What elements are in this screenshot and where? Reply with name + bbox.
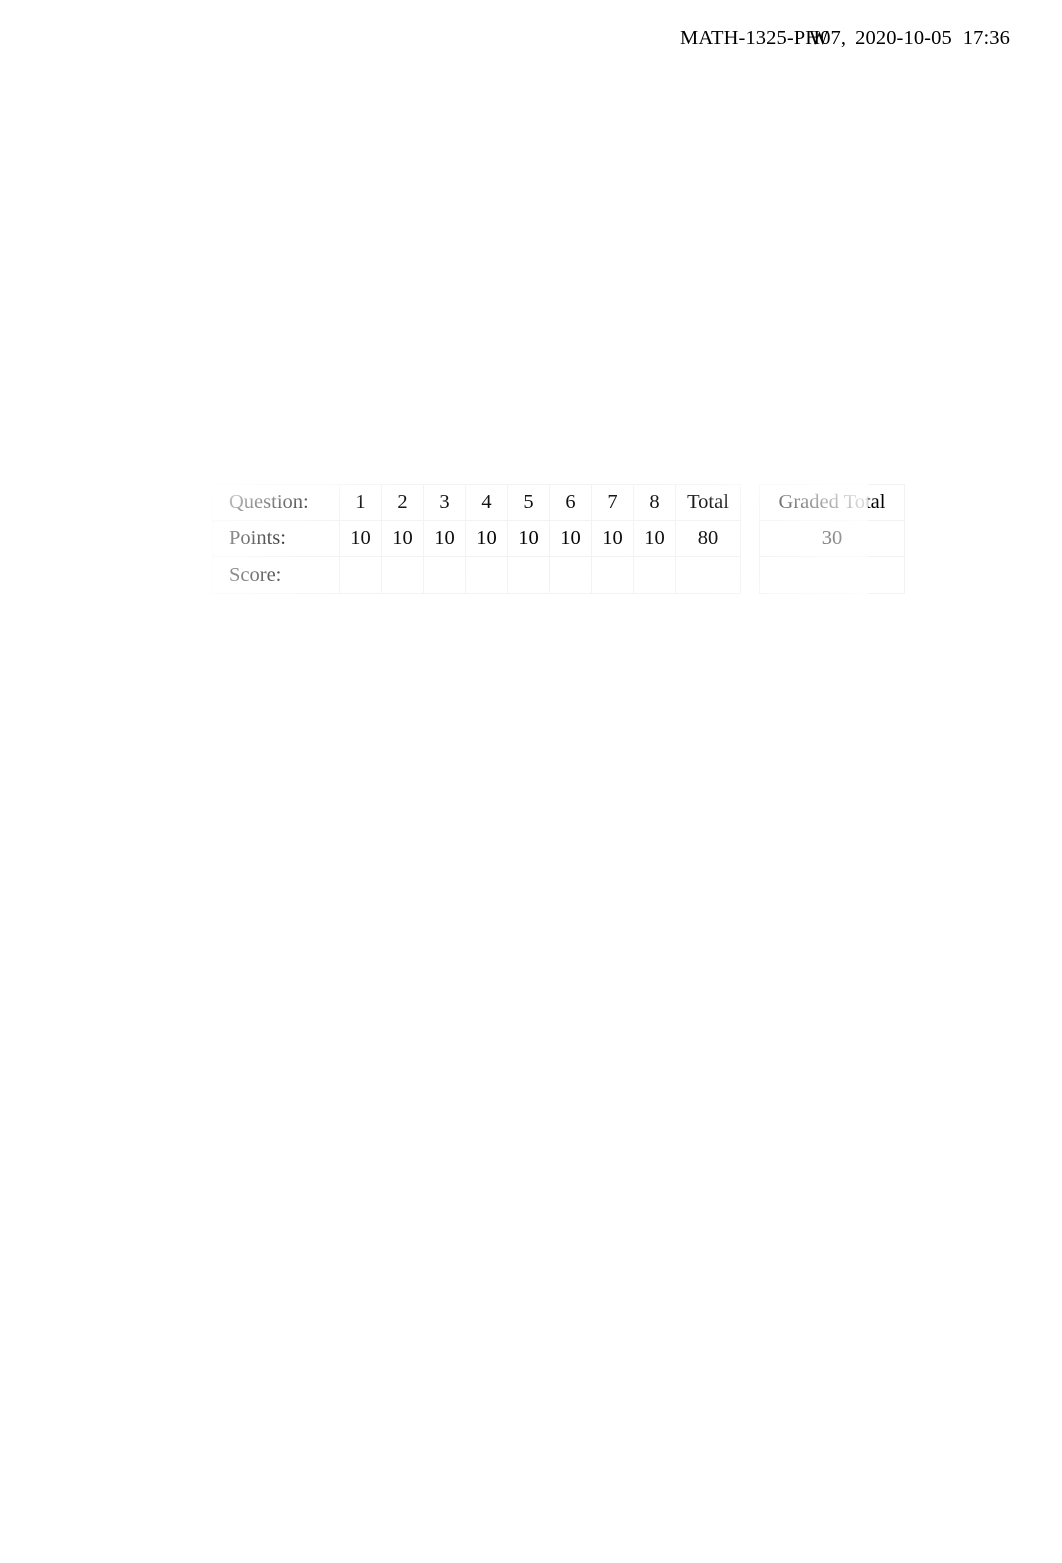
points-value-6: 10 [549, 520, 592, 557]
table-row-score: Score: [212, 556, 905, 594]
question-number-8: 8 [633, 484, 676, 521]
header-time: 17:36 [962, 27, 1010, 49]
graded-total-column-header: Graded Total [759, 484, 905, 521]
grading-table: Question: 1 2 3 4 5 6 7 8 Total Graded T… [212, 484, 905, 594]
points-value-7: 10 [591, 520, 634, 557]
course-code: MATH-1325-PHW07, [680, 27, 847, 49]
table-row-points: Points: 10 10 10 10 10 10 10 10 80 30 [212, 520, 905, 557]
points-value-8: 10 [633, 520, 676, 557]
question-number-2: 2 [381, 484, 424, 521]
points-value-5: 10 [507, 520, 550, 557]
score-input-7[interactable] [591, 556, 634, 594]
row-label-points: Points: [212, 520, 340, 557]
header-date: 2020-10-05 [855, 27, 952, 49]
points-value-4: 10 [465, 520, 508, 557]
question-number-4: 4 [465, 484, 508, 521]
score-input-5[interactable] [507, 556, 550, 594]
page-header: MATH-1325-PHW07, 2020-10-05 17:36 [0, 26, 1062, 50]
score-input-4[interactable] [465, 556, 508, 594]
header-comma: , [840, 27, 847, 49]
question-number-1: 1 [339, 484, 382, 521]
score-input-3[interactable] [423, 556, 466, 594]
table-column-spacer [740, 556, 760, 594]
row-label-question: Question: [212, 484, 340, 521]
course-code-prefix: MATH-1325-PH [680, 27, 821, 49]
score-input-1[interactable] [339, 556, 382, 594]
question-number-7: 7 [591, 484, 634, 521]
row-label-score: Score: [212, 556, 340, 594]
points-value-3: 10 [423, 520, 466, 557]
total-points-value: 80 [675, 520, 741, 557]
table-column-spacer [740, 520, 760, 557]
grading-table-container: Question: 1 2 3 4 5 6 7 8 Total Graded T… [212, 484, 905, 594]
graded-total-points-value: 30 [759, 520, 905, 557]
question-number-3: 3 [423, 484, 466, 521]
graded-total-score-input[interactable] [759, 556, 905, 594]
score-input-8[interactable] [633, 556, 676, 594]
question-number-5: 5 [507, 484, 550, 521]
points-value-1: 10 [339, 520, 382, 557]
table-column-spacer [740, 484, 760, 521]
table-row-question: Question: 1 2 3 4 5 6 7 8 Total Graded T… [212, 484, 905, 521]
points-value-2: 10 [381, 520, 424, 557]
score-input-2[interactable] [381, 556, 424, 594]
total-score-input[interactable] [675, 556, 741, 594]
score-input-6[interactable] [549, 556, 592, 594]
question-number-6: 6 [549, 484, 592, 521]
total-column-header: Total [675, 484, 741, 521]
